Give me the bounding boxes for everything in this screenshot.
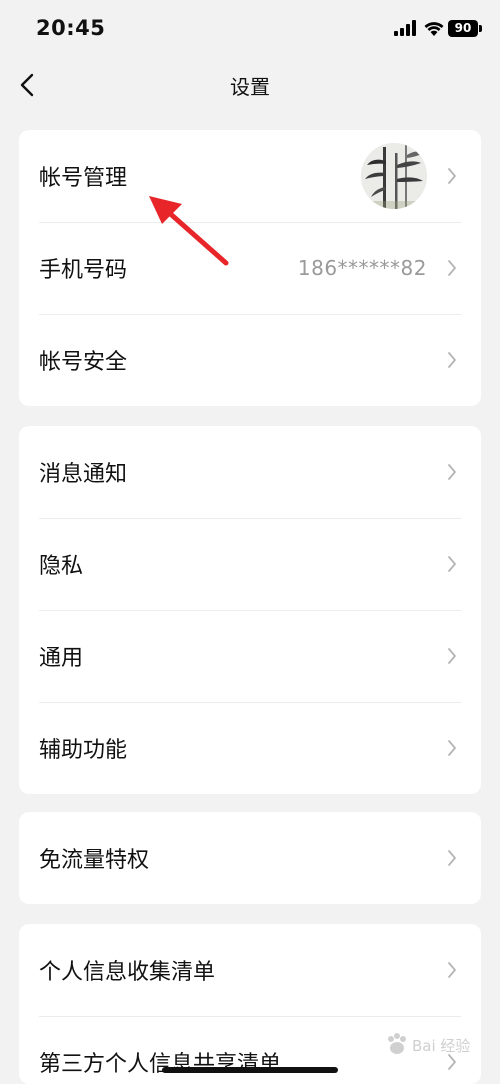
- chevron-right-icon: [448, 260, 456, 276]
- settings-item-label: 帐号安全: [39, 350, 128, 375]
- settings-item-label: 个人信息收集清单: [39, 960, 216, 985]
- settings-item-free-data[interactable]: 免流量特权: [19, 812, 481, 904]
- phone-number-value: 186******82: [297, 256, 427, 280]
- settings-item-general[interactable]: 通用: [19, 610, 481, 702]
- settings-item-label: 手机号码: [39, 258, 128, 283]
- settings-item-personal-info-list[interactable]: 个人信息收集清单: [19, 924, 481, 1016]
- avatar: [361, 143, 427, 209]
- general-group: 消息通知 隐私 通用 辅助功能: [19, 426, 481, 794]
- settings-item-privacy[interactable]: 隐私: [19, 518, 481, 610]
- settings-item-label: 隐私: [39, 554, 84, 579]
- account-group: 帐号管理 手机号码 186******82 帐号安全: [19, 130, 481, 406]
- chevron-right-icon: [448, 740, 456, 756]
- settings-item-account-management[interactable]: 帐号管理: [19, 130, 481, 222]
- chevron-right-icon: [448, 648, 456, 664]
- status-bar: 20:45 90: [0, 0, 500, 60]
- settings-item-label: 消息通知: [39, 462, 128, 487]
- settings-item-label: 第三方个人信息共享清单: [39, 1052, 282, 1077]
- data-saver-group: 免流量特权: [19, 812, 481, 904]
- chevron-right-icon: [448, 962, 456, 978]
- wifi-icon: [424, 22, 444, 36]
- settings-item-label: 免流量特权: [39, 848, 150, 873]
- bamboo-avatar-image: [361, 143, 427, 209]
- nav-bar: 设置: [0, 60, 500, 112]
- cellular-signal-icon: [394, 20, 416, 36]
- annotation-arrow-icon: [149, 196, 229, 266]
- settings-item-label: 辅助功能: [39, 738, 128, 763]
- chevron-right-icon: [448, 464, 456, 480]
- paw-logo-icon: [388, 1033, 406, 1054]
- chevron-right-icon: [448, 352, 456, 368]
- battery-icon: 90: [448, 20, 478, 37]
- watermark-text: Bai 经验: [412, 1037, 471, 1055]
- battery-tip: [479, 25, 482, 32]
- home-indicator[interactable]: [162, 1067, 338, 1073]
- settings-item-accessibility[interactable]: 辅助功能: [19, 702, 481, 794]
- chevron-right-icon: [448, 850, 456, 866]
- status-time: 20:45: [36, 16, 106, 40]
- page-title: 设置: [230, 75, 270, 99]
- settings-item-account-security[interactable]: 帐号安全: [19, 314, 481, 406]
- settings-item-notifications[interactable]: 消息通知: [19, 426, 481, 518]
- watermark: Bai 经验: [384, 1028, 480, 1062]
- chevron-right-icon: [448, 556, 456, 572]
- settings-item-phone-number[interactable]: 手机号码 186******82: [19, 222, 481, 314]
- chevron-right-icon: [448, 168, 456, 184]
- settings-item-label: 帐号管理: [39, 166, 128, 191]
- settings-item-label: 通用: [39, 646, 84, 671]
